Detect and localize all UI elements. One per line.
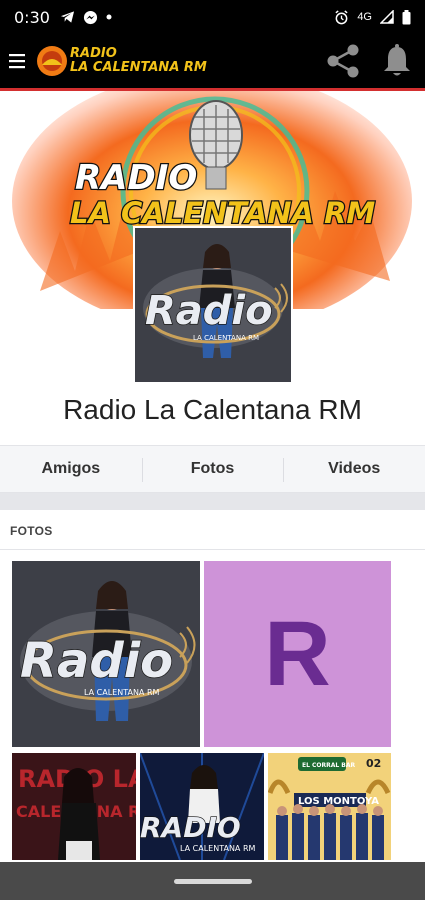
- tab-videos[interactable]: Videos: [283, 446, 425, 492]
- signal-icon: [380, 10, 394, 24]
- photo-5-title: LOS MONTOYA: [298, 796, 379, 807]
- status-time: 0:30: [14, 7, 50, 27]
- status-bar: 0:30 4G: [0, 0, 425, 34]
- avatar-logo-text: Radio: [145, 288, 273, 334]
- logo-line2: LA CALENTANA RM: [70, 60, 207, 75]
- bell-icon[interactable]: [381, 43, 413, 79]
- share-icon[interactable]: [323, 41, 363, 81]
- status-right-icons: 4G: [334, 9, 411, 25]
- tab-fotos[interactable]: Fotos: [141, 446, 284, 492]
- logo-line1: RADIO: [70, 46, 117, 61]
- photo-thumbnail-1[interactable]: Radio LA CALENTANA RM: [12, 561, 200, 747]
- notification-icons: [60, 10, 112, 25]
- profile-avatar[interactable]: Radio LA CALENTANA RM: [133, 226, 293, 384]
- section-spacer: [0, 493, 425, 510]
- photo-3-artwork: RADIO LA CALENTANA RM: [12, 753, 136, 860]
- alarm-icon: [335, 9, 348, 24]
- photos-section: FOTOS Radio LA CALENTANA RM R RADIO LA C…: [0, 510, 425, 860]
- photo-5-artwork: EL CORRAL BAR 02 LOS MONTOYA: [268, 753, 391, 860]
- app-bar: RADIO LA CALENTANA RM: [0, 34, 425, 88]
- photo-2-letter: R: [264, 602, 331, 705]
- logo-emblem-icon: [37, 46, 67, 76]
- dot-icon: [106, 14, 112, 20]
- cover-title-line2: LA CALENTANA RM: [70, 196, 375, 230]
- menu-button[interactable]: [0, 34, 34, 88]
- system-navigation-bar: [0, 862, 425, 900]
- avatar-artwork: Radio LA CALENTANA RM: [135, 228, 291, 382]
- photo-thumbnail-4[interactable]: RADIO LA CALENTANA RM: [140, 753, 264, 860]
- photo-1-artwork: Radio LA CALENTANA RM: [12, 561, 200, 747]
- network-type: 4G: [357, 11, 372, 23]
- avatar-sub-text: LA CALENTANA RM: [193, 334, 259, 342]
- cover-title-line1: RADIO: [75, 158, 197, 198]
- profile-tabs: Amigos Fotos Videos: [0, 445, 425, 493]
- app-actions: [323, 41, 425, 81]
- photo-1-sub: LA CALENTANA RM: [84, 688, 160, 697]
- photo-1-logo: Radio: [20, 633, 173, 689]
- avatar-image: Radio LA CALENTANA RM: [135, 228, 291, 382]
- telegram-icon: [60, 11, 74, 23]
- battery-icon: [402, 9, 411, 24]
- app-logo[interactable]: RADIO LA CALENTANA RM: [34, 34, 207, 88]
- photo-thumbnail-5[interactable]: EL CORRAL BAR 02 LOS MONTOYA: [268, 753, 391, 860]
- photo-5-badge: EL CORRAL BAR: [302, 762, 356, 769]
- hamburger-menu-icon: [9, 54, 25, 69]
- home-gesture-handle[interactable]: [173, 878, 252, 884]
- photo-5-number: 02: [366, 757, 381, 770]
- messenger-icon: [83, 10, 97, 24]
- photo-4-sub: LA CALENTANA RM: [180, 844, 256, 853]
- tab-amigos[interactable]: Amigos: [0, 446, 142, 492]
- photos-section-title: FOTOS: [10, 524, 53, 538]
- photo-thumbnail-2[interactable]: R: [204, 561, 391, 747]
- photo-4-artwork: RADIO LA CALENTANA RM: [140, 753, 264, 860]
- photo-thumbnail-3[interactable]: RADIO LA CALENTANA RM: [12, 753, 136, 860]
- logo-text: RADIO LA CALENTANA RM: [70, 47, 207, 75]
- section-divider: [0, 549, 425, 550]
- profile-name: Radio La Calentana RM: [63, 394, 362, 425]
- photo-4-logo: RADIO: [140, 811, 241, 844]
